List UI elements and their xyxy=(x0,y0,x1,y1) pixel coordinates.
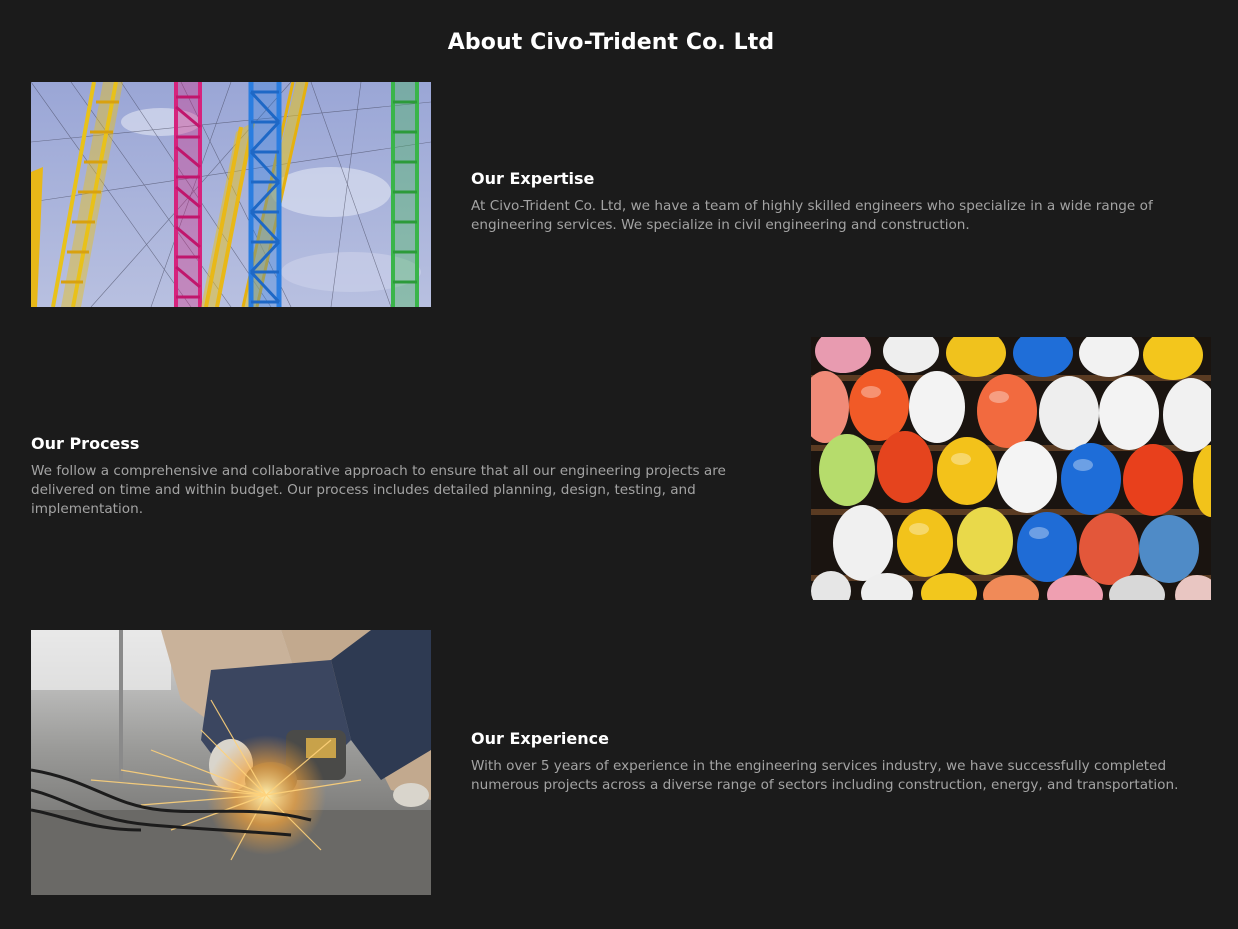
section-process: Our Process We follow a comprehensive an… xyxy=(31,433,771,519)
section-body-expertise: At Civo-Trident Co. Ltd, we have a team … xyxy=(471,198,1153,233)
section-expertise: Our Expertise At Civo-Trident Co. Ltd, w… xyxy=(471,168,1199,235)
section-body-experience: With over 5 years of experience in the e… xyxy=(471,758,1179,793)
section-experience: Our Experience With over 5 years of expe… xyxy=(471,728,1199,795)
page-title: About Civo-Trident Co. Ltd xyxy=(447,29,775,55)
section-heading-experience: Our Experience xyxy=(471,729,609,748)
about-page: About Civo-Trident Co. Ltd Our Expertise… xyxy=(0,0,1238,929)
section-body-process: We follow a comprehensive and collaborat… xyxy=(31,463,726,517)
hard-hats-photo xyxy=(811,337,1211,600)
colorful-cranes-photo xyxy=(31,82,431,307)
section-heading-expertise: Our Expertise xyxy=(471,169,595,188)
angle-grinder-sparks-photo xyxy=(31,630,431,895)
section-heading-process: Our Process xyxy=(31,434,140,453)
